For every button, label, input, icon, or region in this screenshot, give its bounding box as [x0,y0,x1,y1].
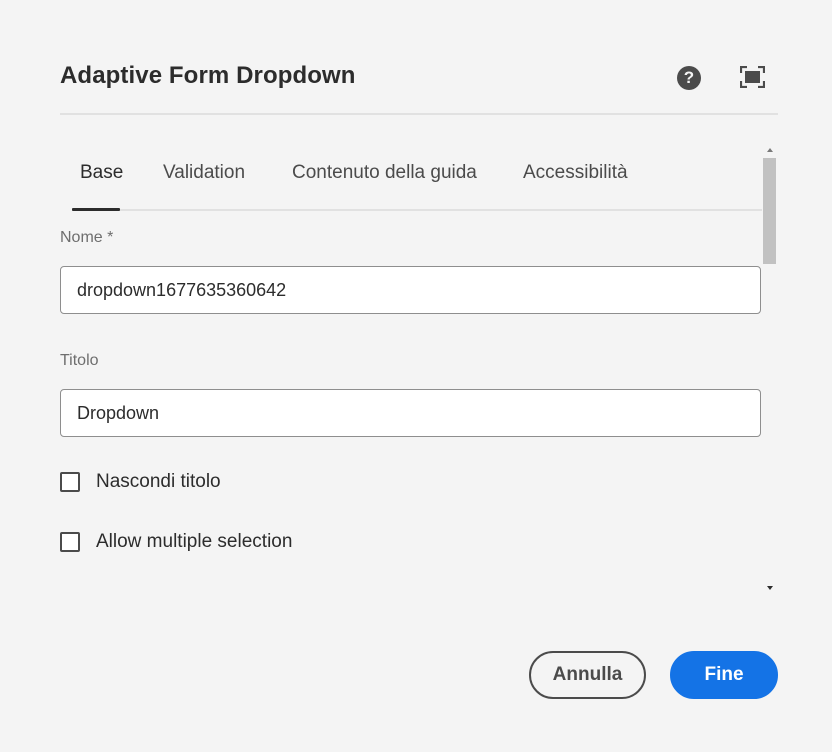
help-icon[interactable]: ? [677,66,701,90]
fullscreen-icon[interactable] [740,66,765,88]
tab-list: Base Validation Contenuto della guida Ac… [72,160,762,212]
tab-help-content[interactable]: Contenuto della guida [292,162,477,184]
tab-validation[interactable]: Validation [163,162,245,184]
scrollbar-thumb[interactable] [763,158,776,264]
tabs-divider [72,209,762,211]
dialog-title: Adaptive Form Dropdown [60,62,356,89]
hide-title-checkbox[interactable] [60,472,80,492]
tab-accessibility[interactable]: Accessibilità [523,162,628,184]
tab-base[interactable]: Base [80,162,123,184]
header-divider [60,113,778,115]
active-tab-indicator [72,208,120,211]
multi-select-label: Allow multiple selection [96,531,293,552]
dialog: Adaptive Form Dropdown ? Base Validation… [0,0,832,752]
name-input[interactable] [60,266,761,314]
title-label: Titolo [60,352,99,369]
cancel-button[interactable]: Annulla [529,651,646,699]
title-input[interactable] [60,389,761,437]
hide-title-label: Nascondi titolo [96,471,221,492]
name-label: Nome * [60,229,114,246]
hide-title-checkbox-row[interactable]: Nascondi titolo [60,470,221,494]
scroll-up-arrow-icon[interactable] [765,145,775,155]
multi-select-checkbox-row[interactable]: Allow multiple selection [60,530,292,554]
scroll-down-arrow-icon[interactable] [765,583,775,593]
done-button[interactable]: Fine [670,651,778,699]
multi-select-checkbox[interactable] [60,532,80,552]
